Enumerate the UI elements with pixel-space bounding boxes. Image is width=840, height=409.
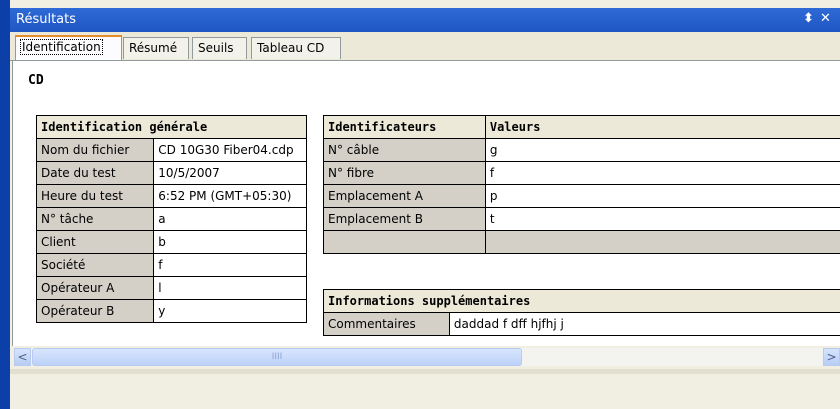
tab-tableau-cd[interactable]: Tableau CD [251, 37, 341, 59]
table-row: N° tâche a [35, 207, 307, 231]
table-row-empty [323, 230, 840, 254]
tab-seuils-label: Seuils [198, 41, 234, 55]
tab-tableau-cd-label: Tableau CD [257, 41, 325, 55]
values-header: Valeurs [484, 115, 840, 139]
row-label: Emplacement B [323, 207, 486, 231]
table-row: Heure du test 6:52 PM (GMT+05:30) [35, 184, 307, 208]
additional-info-table: Informations supplémentaires Commentaire… [323, 289, 840, 336]
row-label: Heure du test [35, 184, 155, 208]
table-row: Client b [35, 230, 307, 254]
comments-value[interactable]: daddad f dff hjfhj j [448, 312, 840, 336]
table-row: Nom du fichier CD 10G30 Fiber04.cdp [35, 138, 307, 162]
panel-title: Résultats [16, 12, 77, 27]
tab-strip: Identification Résumé Seuils Tableau CD [10, 32, 840, 61]
identifiers-table: Identificateurs Valeurs N° câble g N° fi… [323, 115, 840, 254]
row-label: Société [35, 253, 155, 277]
tab-identification-label: Identification [20, 39, 103, 55]
row-value[interactable]: 10/5/2007 [153, 161, 307, 185]
row-value[interactable]: y [153, 299, 307, 323]
comments-label: Commentaires [323, 312, 450, 336]
empty-cell [484, 230, 840, 254]
row-value[interactable]: CD 10G30 Fiber04.cdp [153, 138, 307, 162]
scroll-right-button[interactable]: > [823, 348, 840, 366]
panel-title-bar: Résultats ⬍ ✕ [10, 8, 840, 32]
additional-info-header: Informations supplémentaires [323, 289, 840, 313]
horizontal-scrollbar[interactable]: < IIII > [14, 348, 840, 366]
page-title: CD [28, 73, 44, 88]
table-row: Emplacement B t [323, 207, 840, 231]
tab-identification[interactable]: Identification [15, 35, 122, 60]
tab-seuils[interactable]: Seuils [192, 37, 247, 59]
scroll-left-button[interactable]: < [14, 348, 31, 366]
panel-bottom-border [10, 369, 840, 374]
row-label: Opérateur A [35, 276, 155, 300]
row-label: Opérateur B [35, 299, 155, 323]
row-label: N° câble [323, 138, 486, 162]
general-identification-header: Identification générale [36, 115, 307, 139]
row-value[interactable]: a [153, 207, 307, 231]
pin-icon[interactable]: ⬍ [803, 11, 814, 26]
tab-resume[interactable]: Résumé [123, 37, 189, 59]
table-row: Société f [35, 253, 307, 277]
row-label: N° fibre [323, 161, 486, 185]
row-label: Nom du fichier [35, 138, 155, 162]
row-value[interactable]: f [153, 253, 307, 277]
identifiers-header: Identificateurs [323, 115, 486, 139]
row-value[interactable]: p [484, 184, 840, 208]
table-row: N° câble g [323, 138, 840, 162]
row-value[interactable]: b [153, 230, 307, 254]
table-row: Date du test 10/5/2007 [35, 161, 307, 185]
table-row: Opérateur A l [35, 276, 307, 300]
row-label: Client [35, 230, 155, 254]
row-label: Date du test [35, 161, 155, 185]
general-identification-table: Identification générale Nom du fichier C… [35, 115, 307, 323]
table-row: N° fibre f [323, 161, 840, 185]
window-left-border [0, 0, 10, 409]
row-value[interactable]: 6:52 PM (GMT+05:30) [153, 184, 307, 208]
table-row: Commentaires daddad f dff hjfhj j [323, 312, 840, 336]
row-label: N° tâche [35, 207, 155, 231]
row-value[interactable]: f [484, 161, 840, 185]
content-pane: CD Identification générale Nom du fichie… [12, 61, 840, 346]
row-value[interactable]: t [484, 207, 840, 231]
empty-cell [323, 230, 486, 254]
row-label: Emplacement A [323, 184, 486, 208]
row-value[interactable]: l [153, 276, 307, 300]
table-row: Emplacement A p [323, 184, 840, 208]
close-icon[interactable]: ✕ [820, 11, 831, 26]
table-row: Opérateur B y [35, 299, 307, 323]
tab-resume-label: Résumé [129, 41, 178, 55]
scroll-thumb[interactable]: IIII [32, 348, 522, 366]
row-value[interactable]: g [484, 138, 840, 162]
